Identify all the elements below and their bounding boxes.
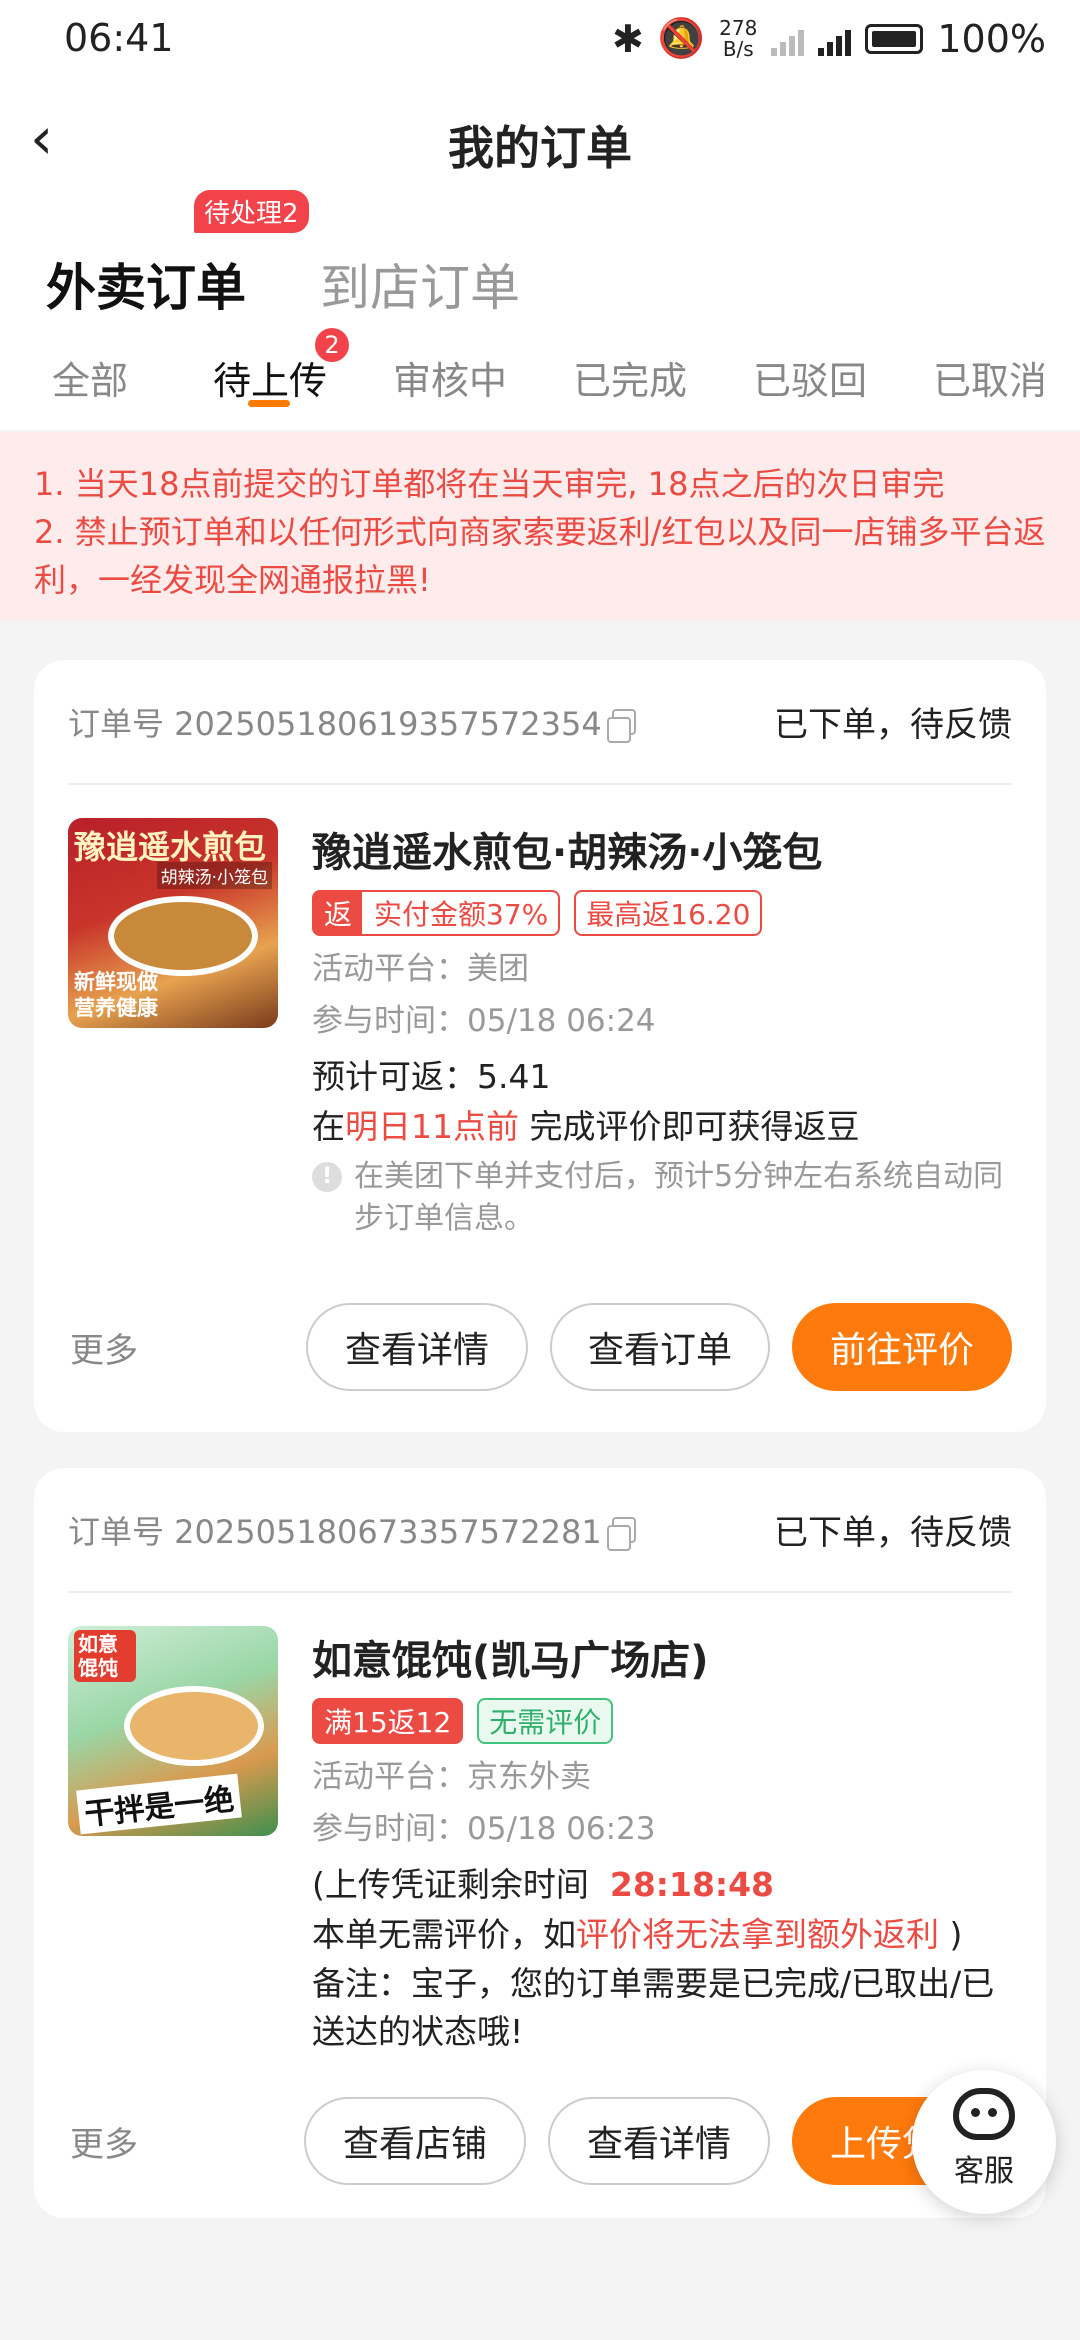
- rebate-tag: 满15返12: [312, 1698, 464, 1744]
- store-name[interactable]: 如意馄饨(凯马广场店): [312, 1628, 1016, 1686]
- no-review-tag: 无需评价: [477, 1698, 614, 1744]
- bluetooth-icon: ✱: [612, 16, 644, 61]
- go-review-button[interactable]: 前往评价: [792, 1303, 1012, 1391]
- customer-service-button[interactable]: 客服: [912, 2070, 1056, 2214]
- customer-service-label: 客服: [954, 2154, 1014, 2189]
- order-card-header: 订单号 202505180619357572354 已下单，待反馈: [68, 660, 1012, 785]
- tab-instore-orders[interactable]: 到店订单: [320, 248, 520, 320]
- copy-icon[interactable]: [606, 1516, 636, 1551]
- page-title: 我的订单: [448, 121, 632, 175]
- service-face-icon: [953, 2088, 1015, 2140]
- join-time-text: 参与时间：05/18 06:23: [312, 1811, 656, 1847]
- subtab-pending-upload[interactable]: 待上传 2: [213, 328, 350, 405]
- order-status: 已下单，待反馈: [774, 1513, 1012, 1553]
- order-info: 如意馄饨(凯马广场店) 满15返12 无需评价 活动平台：京东外卖 参与时间：0…: [312, 1628, 1016, 2056]
- view-details-button[interactable]: 查看详情: [306, 1303, 528, 1391]
- status-bar: 06:41 ✱ 🔕 278 B/s 100%: [0, 0, 1080, 80]
- pending-badge: 待处理2: [194, 190, 309, 233]
- food-bowl-icon: [124, 1686, 264, 1766]
- store-thumbnail[interactable]: 豫逍遥水煎包 胡辣汤·小笼包 新鲜现做 营养健康: [68, 818, 278, 1028]
- nav-bar: ‹ 我的订单: [0, 90, 1080, 190]
- more-button[interactable]: 更多: [70, 1323, 138, 1372]
- tag-list: 满15返12 无需评价: [312, 1698, 1016, 1744]
- count-badge: 2: [315, 328, 350, 362]
- platform-text: 活动平台：美团: [312, 951, 529, 987]
- order-card: 订单号 202505180619357572354 已下单，待反馈 豫逍遥水煎包…: [34, 660, 1046, 1432]
- subtab-reviewing[interactable]: 审核中: [393, 350, 507, 405]
- no-review-note: 本单无需评价，如评价将无法拿到额外返利 ): [312, 1915, 963, 1954]
- battery-icon: [865, 23, 924, 54]
- join-time-text: 参与时间：05/18 06:24: [312, 1003, 656, 1039]
- remark-text: 备注：宝子，您的订单需要是已完成/已取出/已送达的状态哦!: [312, 1964, 995, 2051]
- info-icon: !: [312, 1162, 342, 1192]
- order-number: 订单号 202505180619357572354: [68, 699, 636, 745]
- tab-takeout-orders[interactable]: 外卖订单 待处理2: [46, 190, 309, 320]
- notice-banner: 1. 当天18点前提交的订单都将在当天审完, 18点之后的次日审完 2. 禁止预…: [0, 432, 1080, 620]
- sync-hint: ! 在美团下单并支付后，预计5分钟左右系统自动同步订单信息。: [312, 1156, 1016, 1240]
- net-speed: 278 B/s: [719, 15, 758, 61]
- signal-4g-icon: [818, 22, 852, 56]
- order-card: 订单号 202505180673357572281 已下单，待反馈 如意馄饨 干…: [34, 1468, 1046, 2218]
- view-order-button[interactable]: 查看订单: [550, 1303, 770, 1391]
- rebate-tag: 返实付金额37%: [312, 890, 561, 936]
- view-details-button[interactable]: 查看详情: [548, 2097, 770, 2185]
- subtab-cancelled[interactable]: 已取消: [933, 350, 1047, 405]
- store-thumbnail[interactable]: 如意馄饨 干拌是一绝: [68, 1626, 278, 1836]
- estimate-text: 预计可返：5.41: [312, 1057, 551, 1096]
- order-actions: 更多 查看详情 查看订单 前往评价: [34, 1302, 1046, 1392]
- store-name[interactable]: 豫逍遥水煎包·胡辣汤·小笼包: [312, 820, 1016, 878]
- review-deadline-text: 在明日11点前 完成评价即可获得返豆: [312, 1107, 860, 1146]
- copy-icon[interactable]: [606, 708, 636, 743]
- food-bowl-icon: [108, 896, 258, 976]
- tag-list: 返实付金额37% 最高返16.20: [312, 890, 1016, 936]
- subtab-all[interactable]: 全部: [52, 350, 128, 405]
- more-button[interactable]: 更多: [70, 2117, 138, 2166]
- countdown-text: (上传凭证剩余时间 28:18:48: [312, 1865, 775, 1904]
- battery-level: 100%: [937, 16, 1046, 61]
- order-actions: 更多 查看店铺 查看详情 上传凭证: [34, 2096, 1046, 2186]
- platform-text: 活动平台：京东外卖: [312, 1759, 591, 1795]
- active-tab-indicator: [248, 400, 290, 407]
- status-time: 06:41: [64, 16, 174, 60]
- signal-weak-icon: [771, 22, 805, 56]
- status-tabs: 全部 待上传 2 审核中 已完成 已驳回 已取消: [0, 328, 1080, 420]
- subtab-rejected[interactable]: 已驳回: [753, 350, 867, 405]
- main-tabs: 外卖订单 待处理2 到店订单: [46, 190, 520, 320]
- countdown-timer: 28:18:48: [609, 1865, 775, 1904]
- view-store-button[interactable]: 查看店铺: [304, 2097, 526, 2185]
- order-card-header: 订单号 202505180673357572281 已下单，待反馈: [68, 1468, 1012, 1593]
- status-icons: ✱ 🔕 278 B/s 100%: [612, 16, 1046, 61]
- max-rebate-tag: 最高返16.20: [574, 890, 763, 936]
- mute-icon: 🔕: [657, 16, 706, 60]
- order-info: 豫逍遥水煎包·胡辣汤·小笼包 返实付金额37% 最高返16.20 活动平台：美团…: [312, 820, 1016, 1240]
- subtab-completed[interactable]: 已完成: [573, 350, 687, 405]
- order-number: 订单号 202505180673357572281: [68, 1507, 636, 1553]
- order-status: 已下单，待反馈: [774, 705, 1012, 745]
